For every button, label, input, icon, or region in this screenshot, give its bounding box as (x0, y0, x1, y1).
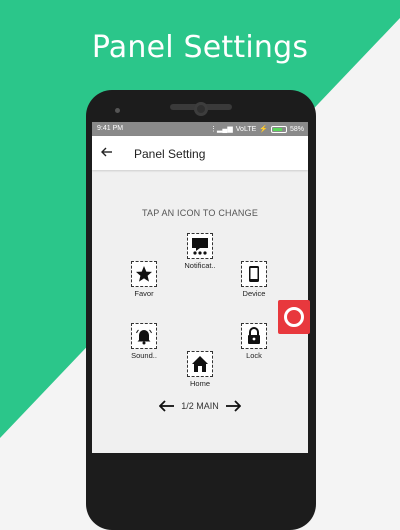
panel-slot-label: Lock (246, 351, 262, 360)
notification-icon (192, 238, 208, 255)
page-navigation: 1/2 MAIN (92, 400, 308, 412)
panel-slot-label: Favor (134, 289, 154, 298)
signal-icon: ⋮▂▄▆ (210, 126, 233, 133)
star-icon (136, 266, 152, 282)
promo-title: Panel Settings (91, 30, 309, 65)
battery-level: 58% (289, 125, 304, 133)
floating-panel-button[interactable] (278, 300, 310, 334)
panel-slot-favor[interactable]: Favor (114, 261, 174, 298)
panel-slot-label: Sound.. (131, 351, 157, 360)
panel-slot-lock[interactable]: Lock (224, 323, 284, 360)
panel-slot-notification[interactable]: Notificat.. (170, 233, 230, 270)
panel-slot-label: Device (242, 289, 266, 298)
status-indicators: ⋮▂▄▆ VoLTE ⚡ 58% (210, 125, 304, 133)
charging-icon: ⚡ (259, 126, 268, 133)
instruction-text: TAP AN ICON TO CHANGE (141, 208, 259, 218)
panel-slot-label: Notificat.. (184, 261, 216, 270)
app-bar: Panel Setting (92, 136, 308, 170)
arrow-left-icon[interactable] (159, 400, 175, 412)
panel-slot-label: Home (189, 379, 210, 388)
panel-slot-sound[interactable]: Sound.. (114, 323, 174, 360)
phone-icon (249, 266, 259, 282)
arrow-right-icon[interactable] (225, 400, 241, 412)
page-title: Panel Setting (134, 147, 206, 161)
arrow-left-icon[interactable] (100, 145, 114, 159)
battery-icon (270, 125, 287, 133)
home-icon (192, 356, 208, 372)
phone-screen: 9:41 PM ⋮▂▄▆ VoLTE ⚡ 58% Panel Setting T… (92, 122, 308, 453)
circle-icon (284, 307, 304, 327)
network-label: VoLTE (235, 125, 257, 133)
sensor-dot (115, 108, 120, 113)
panel-slot-home[interactable]: Home (170, 351, 230, 388)
panel-slot-device[interactable]: Device (224, 261, 284, 298)
status-bar: 9:41 PM ⋮▂▄▆ VoLTE ⚡ 58% (92, 122, 308, 136)
front-camera (194, 102, 208, 116)
bell-icon (136, 329, 152, 345)
status-time: 9:41 PM (97, 125, 124, 132)
page-indicator: 1/2 MAIN (181, 401, 219, 411)
lock-icon (248, 327, 260, 344)
